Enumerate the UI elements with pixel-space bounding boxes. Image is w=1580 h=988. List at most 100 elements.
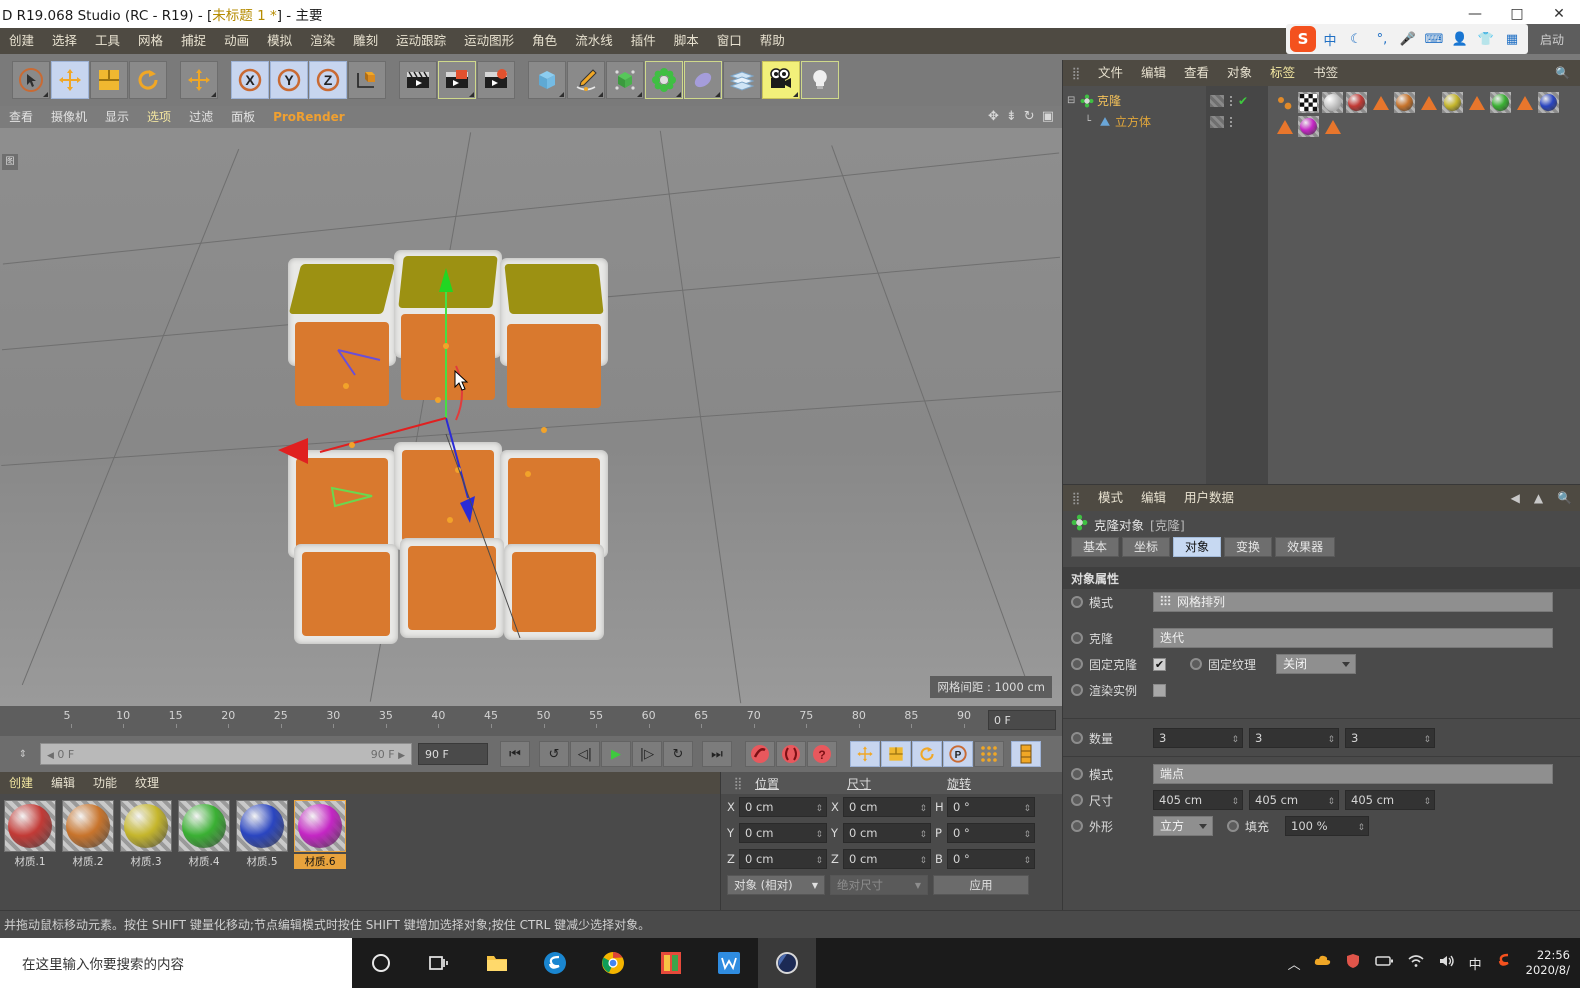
frame-stepper-icon[interactable]: ⇕ [6, 749, 40, 760]
object-tree-item-1[interactable]: └ 立方体 [1063, 111, 1206, 132]
toolbox-icon[interactable]: ▦ [1500, 27, 1524, 51]
camera-icon[interactable] [762, 61, 800, 99]
fix-texture-dropdown[interactable]: 关闭 [1276, 654, 1356, 674]
prop-radio-icon[interactable] [1227, 820, 1239, 832]
pan-icon[interactable]: ✥ [988, 109, 999, 124]
object-tags-area[interactable] [1268, 86, 1580, 484]
array-grid-icon[interactable] [723, 61, 761, 99]
prop-radio-icon[interactable] [1071, 632, 1083, 644]
file-explorer-icon[interactable] [468, 938, 526, 988]
menu-item-12[interactable]: 流水线 [566, 28, 622, 54]
menu-item-2[interactable]: 工具 [86, 28, 129, 54]
render-view-icon[interactable] [399, 61, 437, 99]
taskbar-search-box[interactable]: 在这里输入你要搜索的内容 [0, 938, 352, 988]
attribute-tab-1[interactable]: 坐标 [1122, 537, 1171, 557]
object-row-flags[interactable]: ✔ [1206, 90, 1268, 111]
sogou-ime-toolbar[interactable]: S 中 ☾ °, 🎤 ⌨ 👤 👕 ▦ [1286, 24, 1528, 54]
previous-keyframe-icon[interactable]: ↺ [539, 741, 569, 767]
fix-clone-checkbox[interactable]: ✔ [1153, 657, 1166, 671]
sogou-tray-icon[interactable] [1495, 952, 1513, 974]
chinese-mode-icon[interactable]: 中 [1318, 27, 1342, 51]
material-item[interactable]: 材质.2 [62, 800, 114, 869]
material-swatch[interactable] [62, 800, 114, 852]
drag-handle-icon[interactable]: ⣿ [1063, 491, 1089, 505]
viewport-canvas[interactable]: 图 网格间距 : 1000 cm [0, 128, 1062, 706]
attribute-tabs[interactable]: 基本 坐标 对象 变换 效果器 [1063, 537, 1580, 561]
prop-clone-dropdown[interactable]: 迭代 [1153, 628, 1553, 648]
menu-item-1[interactable]: 选择 [43, 28, 86, 54]
attribute-menu-item-0[interactable]: 模式 [1089, 485, 1132, 511]
prop-radio-icon[interactable] [1071, 684, 1083, 696]
attribute-tab-2[interactable]: 对象 [1173, 537, 1222, 557]
menu-item-3[interactable]: 网格 [129, 28, 172, 54]
autokey-icon[interactable] [776, 741, 806, 767]
count-z-field[interactable]: 3 ⇕ [1345, 728, 1435, 748]
object-tree[interactable]: ⊟ 克隆 └ 立方体 [1063, 86, 1206, 484]
prop-radio-icon[interactable] [1071, 820, 1083, 832]
selection-tag-icon[interactable] [1418, 92, 1439, 113]
checker-texture-tag-icon[interactable] [1298, 92, 1319, 113]
size-y-field[interactable]: 405 cm ⇕ [1249, 790, 1339, 810]
menu-item-15[interactable]: 窗口 [708, 28, 751, 54]
material-swatch[interactable] [236, 800, 288, 852]
mograph-dots-icon[interactable] [1274, 92, 1295, 113]
app-icon[interactable] [642, 938, 700, 988]
size-x-field[interactable]: 405 cm ⇕ [1153, 790, 1243, 810]
key-position-icon[interactable] [850, 741, 880, 767]
material-tag-icon[interactable] [1394, 92, 1415, 113]
point-level-animation-icon[interactable] [974, 741, 1004, 767]
attribute-menu-item-1[interactable]: 编辑 [1132, 485, 1175, 511]
generator-icon[interactable] [606, 61, 644, 99]
menu-item-6[interactable]: 模拟 [258, 28, 301, 54]
key-rotation-icon[interactable] [912, 741, 942, 767]
viewport-nav-icons[interactable]: ✥ ⇟ ↻ ▣ [988, 109, 1054, 124]
menu-item-9[interactable]: 运动跟踪 [387, 28, 455, 54]
material-swatch[interactable] [294, 800, 346, 852]
menu-item-4[interactable]: 捕捉 [172, 28, 215, 54]
key-scale-icon[interactable] [881, 741, 911, 767]
sogou-browser-icon[interactable] [526, 938, 584, 988]
material-menu-item-1[interactable]: 编辑 [42, 772, 84, 794]
keyframe-help-icon[interactable]: ? [807, 741, 837, 767]
render-instance-checkbox[interactable]: ✔ [1153, 683, 1166, 697]
material-tag-icon[interactable] [1490, 92, 1511, 113]
shape-dropdown[interactable]: 立方 [1153, 816, 1213, 836]
material-item[interactable]: 材质.4 [178, 800, 230, 869]
material-item[interactable]: 材质.6 [294, 800, 346, 869]
selection-tag-icon[interactable] [1370, 92, 1391, 113]
end-frame-field[interactable]: 90 F [418, 743, 488, 765]
object-row-flags[interactable] [1206, 111, 1268, 132]
task-view-icon[interactable] [410, 938, 468, 988]
count-x-field[interactable]: 3 ⇕ [1153, 728, 1243, 748]
play-icon[interactable]: ▶ [601, 741, 631, 767]
material-tag-icon[interactable] [1346, 92, 1367, 113]
viewport-menu-item-3[interactable]: 选项 [138, 106, 180, 128]
light-icon[interactable] [801, 61, 839, 99]
cube-primitive-icon[interactable] [528, 61, 566, 99]
timeline-mode-icon[interactable] [1011, 741, 1041, 767]
move-tool-icon[interactable] [51, 61, 89, 99]
chrome-icon[interactable] [584, 938, 642, 988]
go-to-start-icon[interactable]: ⏮ [500, 741, 530, 767]
selection-tag-icon[interactable] [1466, 92, 1487, 113]
prop-radio-icon[interactable] [1071, 596, 1083, 608]
soft-keyboard-icon[interactable]: ⌨ [1422, 27, 1446, 51]
onedrive-icon[interactable] [1314, 954, 1332, 972]
attribute-tab-3[interactable]: 变换 [1224, 537, 1273, 557]
material-swatch[interactable] [120, 800, 172, 852]
battery-icon[interactable] [1374, 954, 1394, 972]
attribute-menu-item-2[interactable]: 用户数据 [1175, 485, 1243, 511]
axis-z-toggle-icon[interactable]: Z [309, 61, 347, 99]
material-list[interactable]: 材质.1 材质.2 材质.3 材质.4 材质.5 材质.6 [0, 794, 720, 875]
attribute-tab-0[interactable]: 基本 [1071, 537, 1120, 557]
step-forward-icon[interactable]: |▷ [632, 741, 662, 767]
cortana-icon[interactable] [352, 938, 410, 988]
drag-handle-icon[interactable]: ⣿ [1063, 66, 1089, 80]
menu-item-16[interactable]: 帮助 [751, 28, 794, 54]
menu-item-11[interactable]: 角色 [523, 28, 566, 54]
skin-icon[interactable]: 👕 [1474, 27, 1498, 51]
object-menu-item-1[interactable]: 编辑 [1132, 60, 1175, 86]
up-arrow-icon[interactable]: ▲ [1534, 491, 1543, 505]
prop-mode-dropdown[interactable]: 网格排列 [1153, 592, 1553, 612]
menu-item-7[interactable]: 渲染 [301, 28, 344, 54]
